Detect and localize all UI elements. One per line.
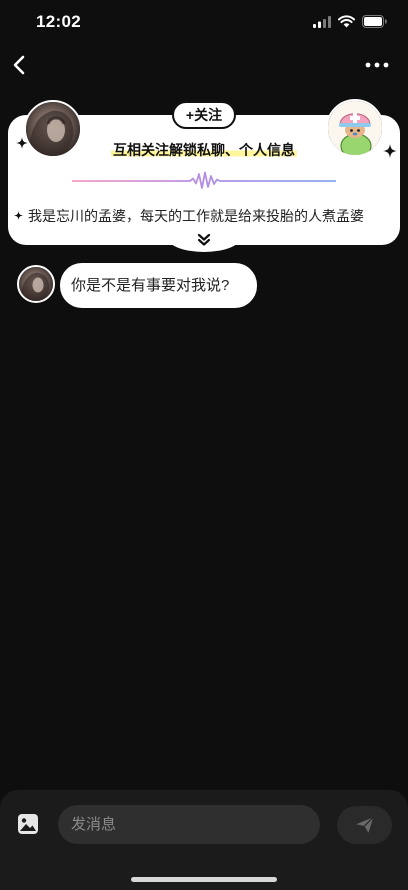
avatar-photo [19, 267, 53, 301]
send-icon [355, 816, 374, 833]
message-input[interactable] [58, 805, 320, 844]
character-intro: 我是忘川的孟婆，每天的工作就是给来投胎的人煮孟婆 [28, 208, 364, 224]
status-time: 12:02 [36, 12, 81, 31]
status-bar: 12:02 [0, 0, 408, 44]
signal-icon [313, 16, 331, 28]
waveform-divider [72, 171, 336, 189]
more-button[interactable] [360, 52, 396, 78]
unlock-hint-text: 互相关注解锁私聊、个人信息 [111, 142, 297, 158]
message-bubble[interactable]: 你是不是有事要对我说? [60, 263, 257, 308]
sparkle-icon [14, 211, 23, 220]
home-indicator[interactable] [131, 877, 277, 882]
battery-icon [362, 15, 387, 28]
more-dots-icon [365, 62, 389, 68]
image-button[interactable] [15, 811, 41, 837]
message-avatar[interactable] [17, 265, 55, 303]
send-button[interactable] [337, 806, 392, 844]
unlock-hint: 互相关注解锁私聊、个人信息 [0, 140, 408, 161]
chevron-left-icon [13, 55, 25, 75]
image-icon [18, 814, 38, 834]
message-text: 你是不是有事要对我说? [71, 277, 230, 294]
follow-button[interactable]: +关注 [172, 101, 236, 129]
wifi-icon [338, 15, 355, 28]
back-button[interactable] [6, 50, 34, 80]
double-chevron-down-icon[interactable] [197, 234, 211, 246]
